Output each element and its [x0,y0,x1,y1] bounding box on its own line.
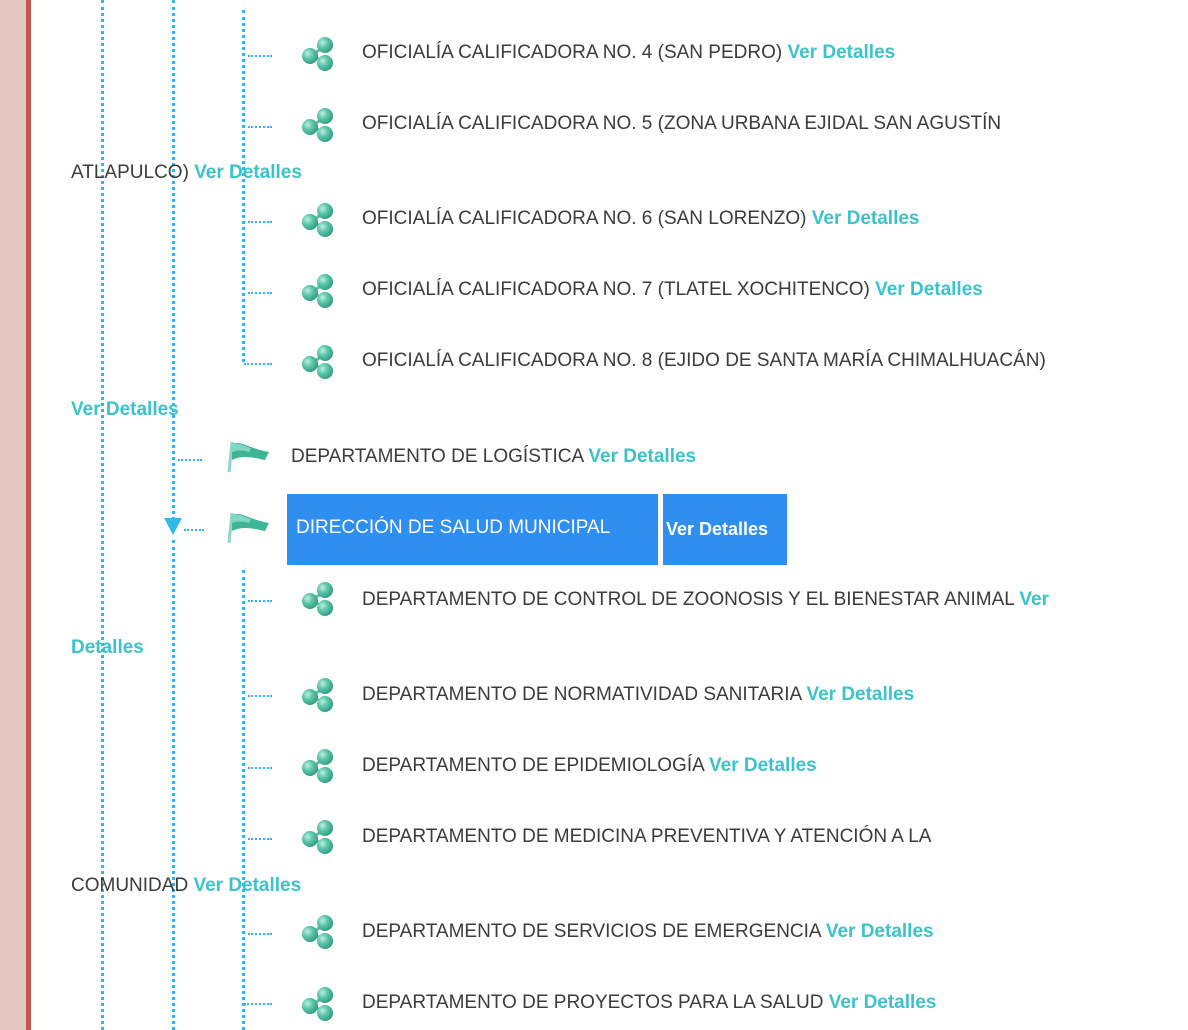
molecule-cluster-icon [300,580,336,616]
molecule-cluster-icon [300,343,336,379]
tree-node-label[interactable]: DEPARTAMENTO DE LOGÍSTICA Ver Detalles [291,445,696,469]
molecule-cluster-icon [300,201,336,237]
ver-detalles-link[interactable]: Ver Detalles [71,399,179,420]
triangle-down-icon[interactable] [164,518,182,535]
tree-connector-horizontal [244,363,272,365]
tree-connector-horizontal [248,292,272,294]
tree-connector-vertical [172,0,175,520]
molecule-cluster-icon [300,676,336,712]
tree-connector-horizontal [248,933,272,935]
molecule-cluster-icon [300,272,336,308]
ver-detalles-link[interactable]: Ver Detalles [812,208,920,229]
flag-icon [225,509,271,545]
molecule-cluster-icon [300,818,336,854]
node-name: DEPARTAMENTO DE SERVICIOS DE EMERGENCIA [362,921,821,942]
flag-icon [225,438,271,474]
tree-node-label[interactable]: DEPARTAMENTO DE EPIDEMIOLOGÍA Ver Detall… [362,754,817,778]
tree-node-label[interactable]: DEPARTAMENTO DE SERVICIOS DE EMERGENCIA … [362,920,934,944]
tree-node-label[interactable]: DEPARTAMENTO DE NORMATIVIDAD SANITARIA V… [362,683,914,707]
tree-connector-horizontal [178,459,202,461]
node-name: DEPARTAMENTO DE NORMATIVIDAD SANITARIA [362,684,802,705]
tree-connector-vertical [242,10,245,362]
ver-detalles-link[interactable]: Ver Detalles [806,684,914,705]
ver-detalles-link[interactable]: Ver Detalles [666,517,768,541]
tree-connector-horizontal [244,1003,272,1005]
tree-node-label[interactable]: OFICIALÍA CALIFICADORA NO. 7 (TLATEL XOC… [362,278,983,302]
left-background-band [0,0,26,1030]
tree-connector-horizontal [248,600,272,602]
ver-detalles-link[interactable]: Ver Detalles [787,42,895,63]
tree-node-label-continued[interactable]: COMUNIDAD Ver Detalles [71,874,301,898]
node-name: OFICIALÍA CALIFICADORA NO. 7 (TLATEL XOC… [362,279,870,300]
node-name: OFICIALÍA CALIFICADORA NO. 5 (ZONA URBAN… [362,113,1002,134]
tree-node-label[interactable]: OFICIALÍA CALIFICADORA NO. 8 (EJIDO DE S… [362,349,1046,373]
tree-node-label[interactable]: OFICIALÍA CALIFICADORA NO. 4 (SAN PEDRO)… [362,41,895,65]
tree-connector-horizontal [248,126,272,128]
ver-detalles-link[interactable]: Ver Detalles [709,755,817,776]
node-name: OFICIALÍA CALIFICADORA NO. 4 (SAN PEDRO) [362,42,783,63]
selected-node-name[interactable]: DIRECCIÓN DE SALUD MUNICIPAL [296,516,610,540]
tree-connector-horizontal [248,55,272,57]
node-name: COMUNIDAD [71,875,189,896]
node-name: OFICIALÍA CALIFICADORA NO. 6 (SAN LORENZ… [362,208,807,229]
tree-connector-horizontal [184,529,204,531]
tree-node-label[interactable]: OFICIALÍA CALIFICADORA NO. 5 (ZONA URBAN… [362,112,1001,136]
tree-node-label[interactable]: OFICIALÍA CALIFICADORA NO. 6 (SAN LORENZ… [362,207,920,231]
tree-node-label[interactable]: DEPARTAMENTO DE MEDICINA PREVENTIVA Y AT… [362,825,931,849]
tree-node-label-continued[interactable]: ATLAPULCO) Ver Detalles [71,161,302,185]
ver-detalles-link[interactable]: Ver Detalles [829,992,937,1013]
node-name: DEPARTAMENTO DE EPIDEMIOLOGÍA [362,755,704,776]
node-name: OFICIALÍA CALIFICADORA NO. 8 (EJIDO DE S… [362,350,1046,371]
node-name: DEPARTAMENTO DE PROYECTOS PARA LA SALUD [362,992,824,1013]
tree-connector-horizontal [248,695,272,697]
node-name: DEPARTAMENTO DE LOGÍSTICA [291,446,584,467]
ver-detalles-link[interactable]: Ver Detalles [193,875,301,896]
tree-connector-horizontal [248,838,272,840]
ver-detalles-link[interactable]: Ver [1019,589,1049,610]
tree-node-label[interactable]: DEPARTAMENTO DE PROYECTOS PARA LA SALUD … [362,991,936,1015]
molecule-cluster-icon [300,985,336,1021]
tree-connector-vertical [242,570,245,1030]
tree-connector-vertical [172,540,175,1030]
molecule-cluster-icon [300,35,336,71]
node-name: DEPARTAMENTO DE CONTROL DE ZOONOSIS Y EL… [362,589,1015,610]
tree-connector-horizontal [248,221,272,223]
node-name: DEPARTAMENTO DE MEDICINA PREVENTIVA Y AT… [362,826,932,847]
ver-detalles-link[interactable]: Detalles [71,637,144,658]
node-name: ATLAPULCO) [71,162,189,183]
tree-node-label-continued[interactable]: Detalles [71,636,144,660]
molecule-cluster-icon [300,913,336,949]
tree-node-label[interactable]: DEPARTAMENTO DE CONTROL DE ZOONOSIS Y EL… [362,588,1049,612]
tree-node-label-continued[interactable]: Ver Detalles [71,398,179,422]
ver-detalles-link[interactable]: Ver Detalles [194,162,302,183]
molecule-cluster-icon [300,747,336,783]
ver-detalles-link[interactable]: Ver Detalles [826,921,934,942]
ver-detalles-link[interactable]: Ver Detalles [588,446,696,467]
tree-connector-horizontal [248,767,272,769]
molecule-cluster-icon [300,106,336,142]
ver-detalles-link[interactable]: Ver Detalles [875,279,983,300]
